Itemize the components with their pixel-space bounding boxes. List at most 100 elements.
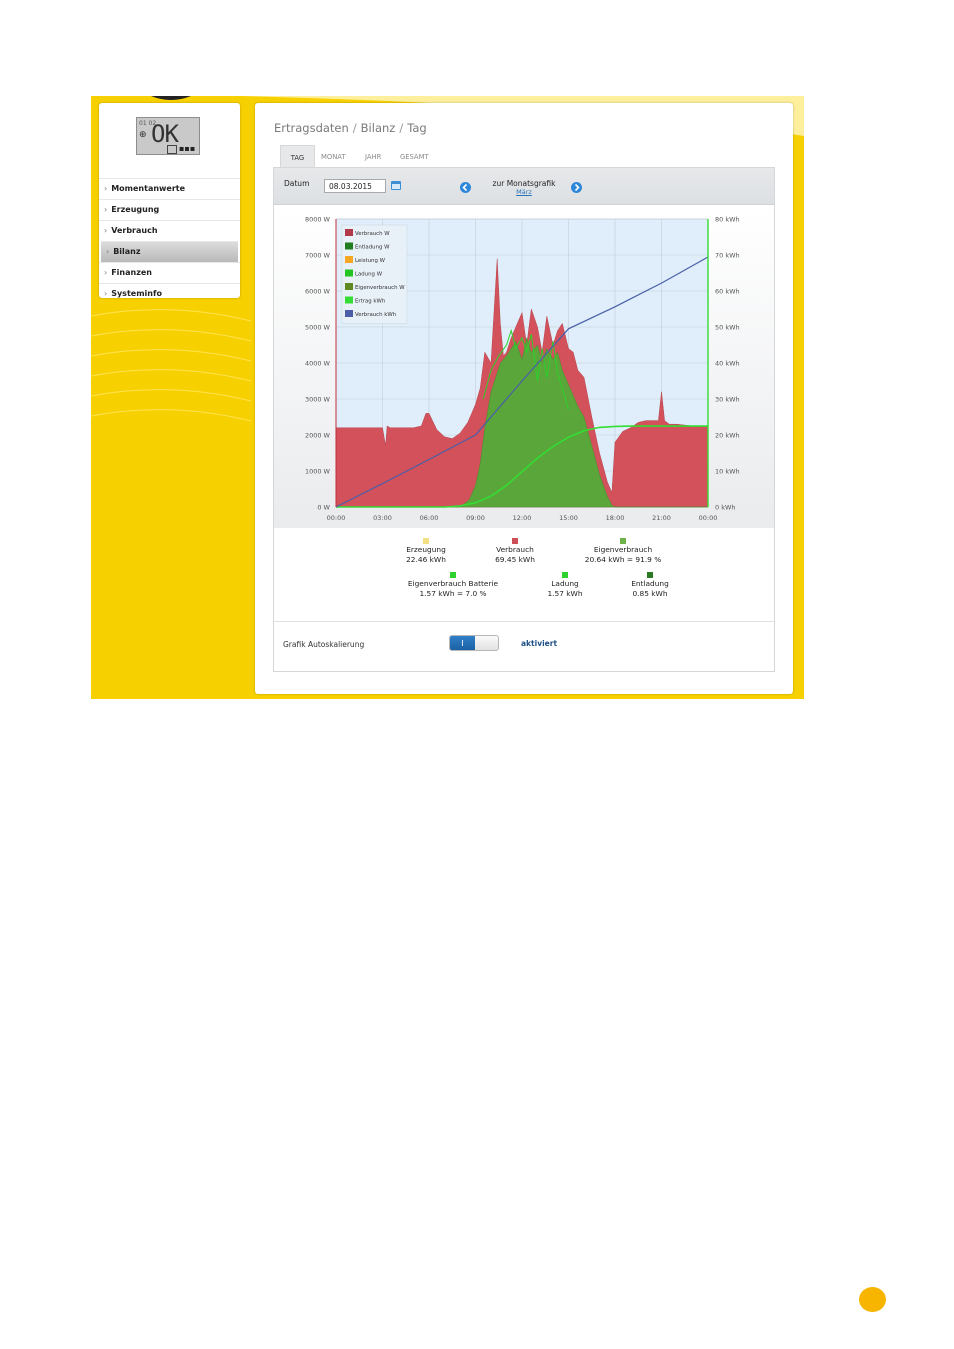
sidebar-item-label: Momentanwerte: [111, 184, 186, 193]
x-axis: 00:00 03:00 06:00 09:00 12:00 15:00 18:00 21:00…: [327, 514, 718, 522]
y-left-tick-label: 8000 W: [305, 216, 331, 224]
summary-legend: Erzeugung 22.46 kWh Verbrauch 69.45 kWh …: [274, 528, 774, 610]
summary-value: 0.85 kWh: [632, 588, 668, 598]
x-tick-label: 06:00: [420, 514, 439, 522]
legend-swatch: [647, 572, 653, 578]
legend-swatch: [450, 572, 456, 578]
y-left-tick-label: 7000 W: [305, 252, 331, 260]
x-tick-label: 00:00: [699, 514, 718, 522]
tab-jahr[interactable]: JAHR: [365, 145, 381, 167]
prev-arrow-icon[interactable]: [460, 182, 471, 193]
sidebar-nav: › Momentanwerte › Erzeugung › Verbrauch › Bi…: [99, 178, 240, 304]
y-left-tick-label: 2000 W: [305, 432, 331, 440]
summary-label: Eigenverbrauch: [593, 545, 653, 554]
main-content: Ertragsdaten / Bilanz / Tag TAG MONAT JAHR G…: [255, 103, 793, 694]
chart-legend: Verbrauch W Entladung W Leistung W Ladung W…: [341, 224, 408, 324]
month-link-title: zur Monatsgrafik: [492, 179, 556, 188]
sidebar-item-finanzen[interactable]: › Finanzen: [99, 262, 240, 283]
summary-label: Verbrauch: [496, 545, 534, 554]
chart-legend-swatch: [345, 283, 353, 290]
chart-legend-label: Ladung W: [355, 272, 383, 278]
app-frame: 01 02 ⊕ OK ▪▪▪ › Momentanwerte › Erzeugung…: [91, 96, 804, 699]
sidebar-item-label: Verbrauch: [111, 226, 158, 235]
autoscale-label: Grafik Autoskalierung: [283, 640, 365, 649]
status-display: 01 02 ⊕ OK ▪▪▪: [136, 117, 200, 155]
month-chart-link[interactable]: zur Monatsgrafik März: [474, 179, 574, 197]
y-right-tick-label: 0 kWh: [715, 504, 736, 512]
tab-monat[interactable]: MONAT: [321, 145, 346, 167]
sidebar-item-momentanwerte[interactable]: › Momentanwerte: [99, 178, 240, 199]
chart-legend-swatch: [345, 269, 353, 277]
y-left-tick-label: 1000 W: [305, 468, 331, 476]
sidebar-item-erzeugung[interactable]: › Erzeugung: [99, 199, 240, 220]
y-left-tick-label: 5000 W: [305, 324, 331, 332]
y-right-tick-label: 80 kWh: [715, 216, 740, 224]
y-right-tick-label: 10 kWh: [715, 468, 740, 476]
energy-balance-chart: 0 W 1000 W 2000 W 3000 W 4000 W 5000 W 6000 W 7…: [274, 208, 774, 528]
x-tick-label: 18:00: [606, 514, 625, 522]
chart-legend-swatch: [345, 242, 353, 250]
legend-swatch: [423, 538, 429, 544]
x-tick-label: 03:00: [373, 514, 392, 522]
y-left-tick-label: 4000 W: [305, 360, 331, 368]
breadcrumb-bilanz[interactable]: Bilanz: [361, 121, 396, 135]
chart-legend-label: Entladung W: [355, 245, 390, 251]
y-right-tick-label: 30 kWh: [715, 396, 740, 404]
chart-legend-label: Ertrag kWh: [355, 299, 385, 305]
sidebar-item-label: Erzeugung: [111, 205, 160, 214]
battery-icon: [167, 145, 177, 154]
legend-swatch: [512, 538, 518, 544]
sidebar-item-bilanz[interactable]: › Bilanz: [101, 241, 238, 262]
tab-tag[interactable]: TAG: [280, 145, 315, 167]
chart-legend-swatch: [345, 296, 353, 304]
globe-icon: ⊕: [139, 130, 147, 140]
autoscale-toggle[interactable]: I: [449, 635, 499, 651]
legend-swatch: [562, 572, 568, 578]
chevron-right-icon: ›: [104, 268, 108, 277]
sidebar-item-systeminfo[interactable]: › Systeminfo: [99, 283, 240, 304]
calendar-icon[interactable]: [391, 181, 401, 190]
y-left-tick-label: 0 W: [317, 504, 330, 512]
divider: [274, 621, 774, 622]
date-input[interactable]: 08.03.2015: [324, 179, 386, 193]
sidebar-item-verbrauch[interactable]: › Verbrauch: [99, 220, 240, 241]
chevron-right-icon: ›: [104, 205, 108, 214]
summary-value: 20.64 kWh = 91.9 %: [584, 554, 662, 564]
summary-verbrauch: Verbrauch 69.45 kWh: [460, 538, 570, 564]
x-tick-label: 21:00: [652, 514, 671, 522]
summary-eigenverbrauch-batterie: Eigenverbrauch Batterie 1.57 kWh = 7.0 %: [398, 572, 508, 598]
y-left-tick-label: 3000 W: [305, 396, 331, 404]
chart-legend-label: Verbrauch kWh: [355, 312, 396, 318]
chart-panel: Datum 08.03.2015 zur Monatsgrafik März 0…: [273, 167, 775, 672]
chart-legend-swatch: [345, 310, 353, 317]
y-right-tick-label: 60 kWh: [715, 288, 740, 296]
tab-gesamt[interactable]: GESAMT: [400, 145, 429, 167]
y-right-tick-label: 50 kWh: [715, 324, 740, 332]
chevron-right-icon: ›: [104, 226, 108, 235]
autoscale-state: aktiviert: [521, 639, 558, 648]
dots-icon: ▪▪▪: [179, 144, 196, 153]
chart-legend-swatch: [345, 229, 353, 236]
sidebar: 01 02 ⊕ OK ▪▪▪ › Momentanwerte › Erzeugung…: [99, 103, 240, 298]
next-arrow-icon[interactable]: [571, 182, 582, 193]
chart-legend-label: Verbrauch W: [355, 231, 390, 237]
sidebar-item-label: Systeminfo: [111, 289, 162, 298]
x-tick-label: 09:00: [466, 514, 485, 522]
chevron-right-icon: ›: [106, 247, 110, 256]
chart-legend-label: Eigenverbrauch W: [355, 285, 405, 291]
breadcrumb-ertragsdaten[interactable]: Ertragsdaten: [274, 121, 349, 135]
summary-eigenverbrauch: Eigenverbrauch 20.64 kWh = 91.9 %: [568, 538, 678, 564]
chart-legend-label: Leistung W: [355, 258, 386, 264]
breadcrumb-separator: /: [399, 121, 404, 135]
y-right-tick-label: 70 kWh: [715, 252, 740, 260]
x-tick-label: 00:00: [327, 514, 346, 522]
breadcrumb-separator: /: [352, 121, 357, 135]
x-tick-label: 12:00: [513, 514, 532, 522]
toggle-on-indicator: I: [450, 636, 475, 650]
month-link-month[interactable]: März: [474, 188, 574, 197]
summary-label: Entladung: [631, 579, 669, 588]
summary-entladung: Entladung 0.85 kWh: [595, 572, 705, 598]
date-toolbar: Datum 08.03.2015 zur Monatsgrafik März: [274, 168, 774, 205]
breadcrumb: Ertragsdaten / Bilanz / Tag: [274, 121, 427, 135]
summary-value: 1.57 kWh = 7.0 %: [419, 588, 487, 598]
